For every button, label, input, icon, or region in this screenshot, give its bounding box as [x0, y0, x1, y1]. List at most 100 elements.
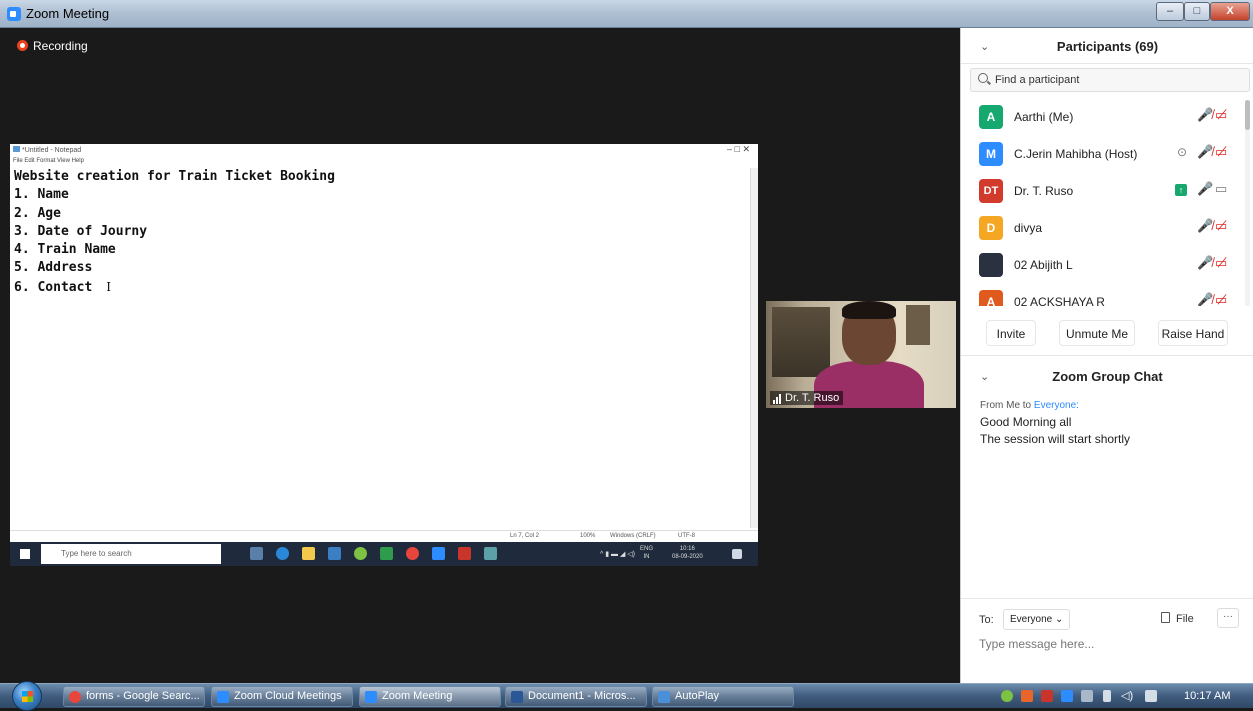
- participant-row[interactable]: M C.Jerin Mahibha (Host) ⊙ 🎤̸ ▭̸: [961, 135, 1246, 172]
- more-options-button[interactable]: ···: [1217, 608, 1239, 628]
- text-line: 6. Contact I: [14, 279, 112, 295]
- video-background-shelf: [772, 307, 830, 377]
- explorer-icon: [302, 547, 315, 560]
- avatar: M: [979, 142, 1003, 166]
- windows-start-icon: [20, 549, 30, 559]
- raise-hand-button[interactable]: Raise Hand: [1158, 320, 1228, 346]
- camera-off-icon: ▭̸: [1215, 255, 1228, 270]
- participants-header: ⌄ Participants (69): [961, 28, 1253, 64]
- app-icon: [354, 547, 367, 560]
- chrome-icon: [69, 691, 81, 703]
- chrome-icon: [406, 547, 419, 560]
- taskbar-item-zoom-meeting[interactable]: Zoom Meeting: [359, 686, 501, 707]
- shared-taskbar: Type here to search ^ ▮ ▬ ◢ ◁) ENG IN 10:…: [10, 542, 758, 566]
- mic-muted-icon: 🎤̸: [1197, 255, 1214, 270]
- text-line: 1. Name: [14, 187, 69, 203]
- tray-flag-icon[interactable]: [1081, 690, 1093, 702]
- participant-name: Dr. T. Ruso: [1014, 184, 1074, 198]
- minimize-button[interactable]: –: [1156, 2, 1184, 21]
- participant-name: C.Jerin Mahibha (Host): [1014, 147, 1138, 161]
- shared-screen: *Untitled - Notepad – □ ✕ File Edit Form…: [10, 144, 758, 566]
- taskbar-clock[interactable]: 10:17 AM: [1184, 690, 1230, 702]
- mic-muted-icon: 🎤̸: [1197, 292, 1214, 306]
- notepad-text: Website creation for Train Ticket Bookin…: [10, 168, 750, 518]
- recording-label: Recording: [33, 39, 88, 53]
- text-line: 3. Date of Journy: [14, 223, 148, 239]
- participant-name: 02 ACKSHAYA R: [1014, 295, 1105, 306]
- maximize-button[interactable]: □: [1184, 2, 1210, 21]
- shared-lang: ENG IN: [640, 546, 654, 560]
- network-icon[interactable]: [1145, 690, 1157, 702]
- participants-title: Participants (69): [1056, 39, 1159, 54]
- notepad-scrollbar: [750, 168, 758, 528]
- taskbar-item-word[interactable]: Document1 - Micros...: [505, 686, 647, 707]
- signal-bars-icon: [773, 392, 782, 404]
- start-button[interactable]: [12, 681, 42, 711]
- taskbar-item-autoplay[interactable]: AutoPlay: [652, 686, 794, 707]
- chat-message-input[interactable]: Type message here...: [979, 637, 1239, 657]
- taskview-icon: [250, 547, 263, 560]
- status-eol: Windows (CRLF): [610, 533, 656, 539]
- close-button[interactable]: X: [1210, 2, 1250, 21]
- participant-name: Aarthi (Me): [1014, 110, 1074, 124]
- tray-mail-icon[interactable]: [1021, 690, 1033, 702]
- chat-target-link[interactable]: Everyone:: [1034, 400, 1079, 411]
- edge-icon: [276, 547, 289, 560]
- text-line: 2. Age: [14, 205, 61, 221]
- tray-acrobat-icon[interactable]: [1041, 690, 1053, 702]
- volume-icon[interactable]: ◁): [1121, 690, 1133, 702]
- chat-message: Good Morning all: [980, 415, 1072, 429]
- participant-scrollbar[interactable]: [1245, 100, 1250, 306]
- camera-icon: ▭: [1215, 181, 1228, 196]
- invite-button[interactable]: Invite: [986, 320, 1036, 346]
- taskbar-item-zoom-cloud[interactable]: Zoom Cloud Meetings: [211, 686, 353, 707]
- tray-app-icon[interactable]: [1001, 690, 1013, 702]
- participant-row[interactable]: A Aarthi (Me) 🎤̸ ▭̸: [961, 98, 1246, 135]
- participant-search-input[interactable]: Find a participant: [970, 68, 1250, 92]
- participant-row[interactable]: A 02 ACKSHAYA R 🎤̸ ▭̸: [961, 283, 1246, 306]
- window-title: Zoom Meeting: [26, 6, 110, 21]
- side-panel: ⌄ Participants (69) Find a participant A…: [960, 28, 1253, 683]
- camera-off-icon: ▭̸: [1215, 144, 1228, 159]
- recording-indicator[interactable]: Recording: [17, 39, 88, 53]
- zoom-app-icon: [7, 7, 21, 21]
- video-tile[interactable]: Dr. T. Ruso: [766, 301, 956, 408]
- mic-muted-icon: 🎤̸: [1197, 107, 1214, 122]
- meeting-stage: Recording *Untitled - Notepad – □ ✕ File…: [0, 28, 960, 683]
- unmute-me-button[interactable]: Unmute Me: [1059, 320, 1135, 346]
- tray-zoom-icon[interactable]: [1061, 690, 1073, 702]
- tray-battery-icon[interactable]: [1103, 690, 1111, 702]
- chat-message: The session will start shortly: [980, 432, 1131, 446]
- camera-off-icon: ▭̸: [1215, 292, 1228, 306]
- text-line: 5. Address: [14, 260, 93, 276]
- participant-name: 02 Abijith L: [1014, 258, 1073, 272]
- title-bar: Zoom Meeting – □ X: [0, 0, 1253, 28]
- status-encoding: UTF-8: [678, 533, 695, 539]
- participant-row[interactable]: DT Dr. T. Ruso ↑ 🎤 ▭: [961, 172, 1246, 209]
- recipient-select[interactable]: Everyone ⌄: [1003, 609, 1071, 630]
- system-tray: ◁) 10:17 AM: [985, 689, 1253, 705]
- search-icon: [978, 73, 988, 83]
- avatar: A: [979, 290, 1003, 306]
- chat-header: ⌄ Zoom Group Chat: [961, 355, 1253, 395]
- avatar-photo: [979, 253, 1003, 277]
- notification-icon: [732, 549, 742, 559]
- text-line: 4. Train Name: [14, 242, 116, 258]
- to-label: To:: [979, 614, 994, 626]
- participant-row[interactable]: 02 Abijith L 🎤̸ ▭̸: [961, 246, 1246, 283]
- text-cursor: I: [106, 279, 112, 294]
- notepad-statusbar: Ln 7, Col 2 100% Windows (CRLF) UTF-8: [10, 530, 758, 542]
- taskbar-item-chrome[interactable]: forms - Google Searc...: [63, 686, 205, 707]
- file-button[interactable]: File: [1161, 612, 1194, 625]
- chat-compose: To: Everyone ⌄ File ··· Type message her…: [961, 598, 1253, 683]
- notepad-titlebar: *Untitled - Notepad: [10, 144, 758, 158]
- avatar: D: [979, 216, 1003, 240]
- shared-search-box: Type here to search: [41, 544, 221, 564]
- mic-muted-icon: 🎤̸: [1197, 144, 1214, 159]
- participant-name: divya: [1014, 221, 1043, 235]
- text-line: Website creation for Train Ticket Bookin…: [14, 169, 335, 184]
- participant-row[interactable]: D divya 🎤̸ ▭̸: [961, 209, 1246, 246]
- chat-title: Zoom Group Chat: [1052, 369, 1163, 384]
- mic-icon: 🎤: [1197, 181, 1214, 196]
- share-screen-icon: ↑: [1175, 184, 1187, 196]
